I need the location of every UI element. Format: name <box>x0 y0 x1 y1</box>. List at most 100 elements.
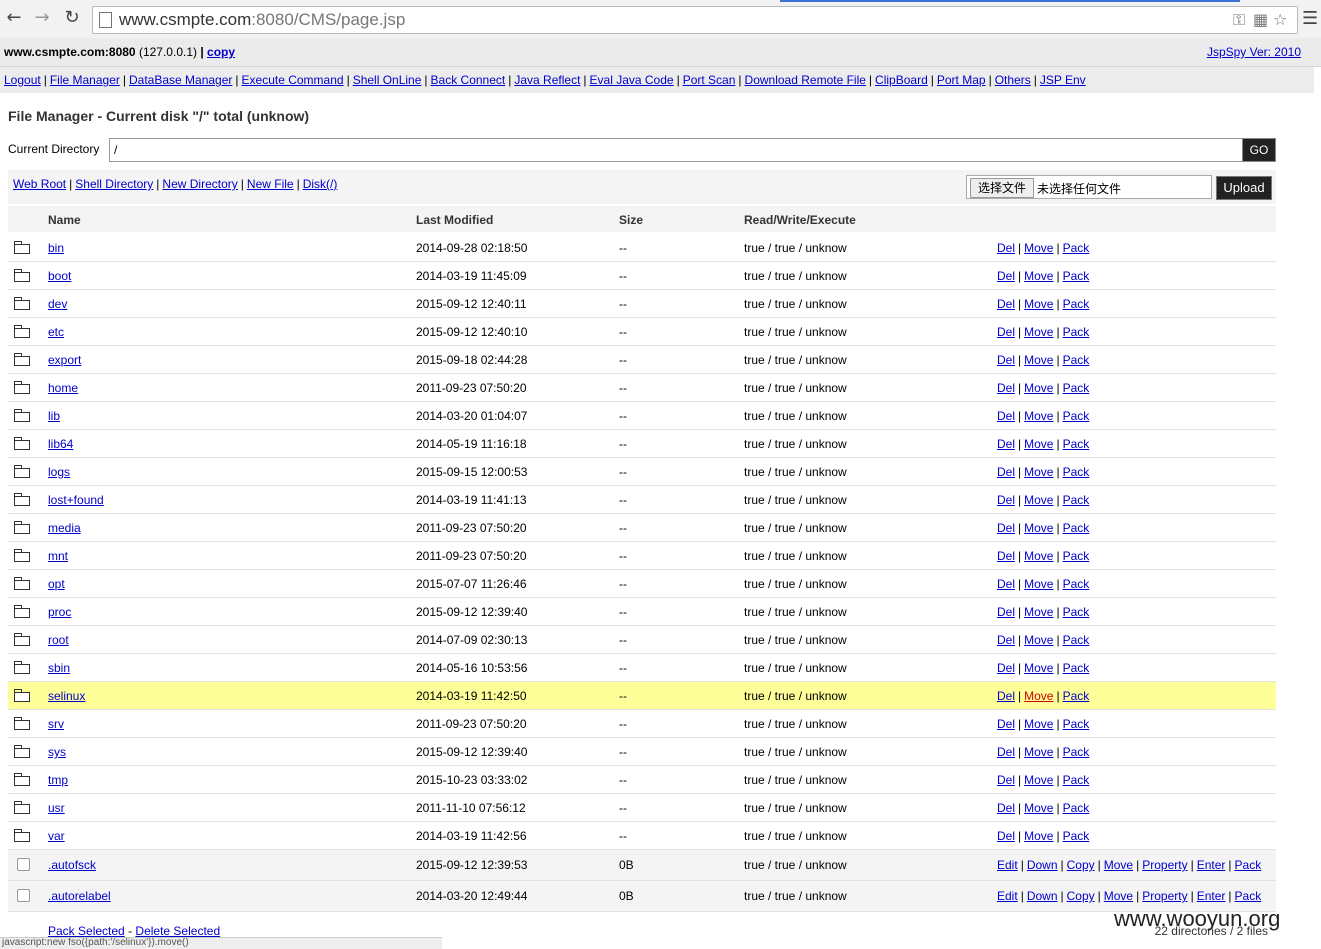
pack-link[interactable]: Pack <box>1063 269 1090 283</box>
menu-link-file-manager[interactable]: File Manager <box>50 73 120 87</box>
pack-link[interactable]: Pack <box>1063 521 1090 535</box>
move-link[interactable]: Move <box>1024 465 1053 479</box>
file-name-link[interactable]: selinux <box>48 689 85 703</box>
del-link[interactable]: Del <box>997 437 1015 451</box>
move-link[interactable]: Move <box>1024 689 1053 703</box>
file-name-link[interactable]: lib64 <box>48 437 73 451</box>
pack-link[interactable]: Pack <box>1063 437 1090 451</box>
move-link[interactable]: Move <box>1104 858 1133 872</box>
file-name-link[interactable]: boot <box>48 269 71 283</box>
move-link[interactable]: Move <box>1024 801 1053 815</box>
pack-link[interactable]: Pack <box>1063 745 1090 759</box>
address-bar[interactable]: www.csmpte.com:8080/CMS/page.jsp ⚿ ▦ ☆ <box>92 6 1298 34</box>
move-link[interactable]: Move <box>1024 605 1053 619</box>
file-name-link[interactable]: media <box>48 521 81 535</box>
file-name-link[interactable]: srv <box>48 717 64 731</box>
version-link[interactable]: JspSpy Ver: 2010 <box>1207 45 1301 59</box>
translate-icon[interactable]: ▦ <box>1253 10 1268 29</box>
move-link[interactable]: Move <box>1024 493 1053 507</box>
del-link[interactable]: Del <box>997 773 1015 787</box>
file-name-link[interactable]: tmp <box>48 773 68 787</box>
key-icon[interactable]: ⚿ <box>1233 10 1245 30</box>
pack-link[interactable]: Pack <box>1063 297 1090 311</box>
pack-link[interactable]: Pack <box>1063 773 1090 787</box>
del-link[interactable]: Del <box>997 521 1015 535</box>
del-link[interactable]: Del <box>997 549 1015 563</box>
menu-link-shell-online[interactable]: Shell OnLine <box>353 73 422 87</box>
move-link[interactable]: Move <box>1024 661 1053 675</box>
move-link[interactable]: Move <box>1024 549 1053 563</box>
pack-link[interactable]: Pack <box>1063 633 1090 647</box>
menu-link-database-manager[interactable]: DataBase Manager <box>129 73 232 87</box>
file-name-link[interactable]: etc <box>48 325 64 339</box>
move-link[interactable]: Move <box>1024 381 1053 395</box>
pack-link[interactable]: Pack <box>1063 801 1090 815</box>
move-link[interactable]: Move <box>1024 745 1053 759</box>
pack-link[interactable]: Pack <box>1235 889 1262 903</box>
property-link[interactable]: Property <box>1142 858 1187 872</box>
pack-link[interactable]: Pack <box>1063 689 1090 703</box>
del-link[interactable]: Del <box>997 745 1015 759</box>
tool-link-new-directory[interactable]: New Directory <box>162 177 237 191</box>
down-link[interactable]: Down <box>1027 858 1058 872</box>
del-link[interactable]: Del <box>997 577 1015 591</box>
del-link[interactable]: Del <box>997 297 1015 311</box>
tool-link-web-root[interactable]: Web Root <box>13 177 66 191</box>
menu-link-execute-command[interactable]: Execute Command <box>242 73 344 87</box>
move-link[interactable]: Move <box>1024 269 1053 283</box>
pack-link[interactable]: Pack <box>1063 241 1090 255</box>
reload-icon[interactable]: ↻ <box>62 8 82 28</box>
choose-file-button[interactable]: 选择文件 <box>970 178 1034 198</box>
file-name-link[interactable]: var <box>48 829 65 843</box>
file-name-link[interactable]: home <box>48 381 78 395</box>
menu-link-port-map[interactable]: Port Map <box>937 73 986 87</box>
menu-link-logout[interactable]: Logout <box>4 73 41 87</box>
menu-link-java-reflect[interactable]: Java Reflect <box>514 73 580 87</box>
file-name-link[interactable]: lib <box>48 409 60 423</box>
address-url[interactable]: www.csmpte.com:8080/CMS/page.jsp <box>119 10 405 30</box>
move-link[interactable]: Move <box>1104 889 1133 903</box>
pack-link[interactable]: Pack <box>1063 493 1090 507</box>
pack-link[interactable]: Pack <box>1063 577 1090 591</box>
menu-link-others[interactable]: Others <box>995 73 1031 87</box>
copy-link[interactable]: Copy <box>1067 889 1095 903</box>
file-name-link[interactable]: export <box>48 353 81 367</box>
del-link[interactable]: Del <box>997 605 1015 619</box>
del-link[interactable]: Del <box>997 465 1015 479</box>
del-link[interactable]: Del <box>997 633 1015 647</box>
tool-link-disk-[interactable]: Disk(/) <box>303 177 338 191</box>
go-button[interactable]: GO <box>1242 138 1276 162</box>
property-link[interactable]: Property <box>1142 889 1187 903</box>
current-directory-input[interactable] <box>109 138 1247 162</box>
del-link[interactable]: Del <box>997 269 1015 283</box>
move-link[interactable]: Move <box>1024 829 1053 843</box>
pack-link[interactable]: Pack <box>1063 465 1090 479</box>
move-link[interactable]: Move <box>1024 773 1053 787</box>
del-link[interactable]: Del <box>997 717 1015 731</box>
file-chooser[interactable]: 选择文件 未选择任何文件 <box>966 175 1212 199</box>
pack-link[interactable]: Pack <box>1063 717 1090 731</box>
pack-link[interactable]: Pack <box>1063 661 1090 675</box>
file-name-link[interactable]: .autofsck <box>48 858 96 872</box>
file-name-link[interactable]: logs <box>48 465 70 479</box>
file-name-link[interactable]: .autorelabel <box>48 889 111 903</box>
del-link[interactable]: Del <box>997 353 1015 367</box>
move-link[interactable]: Move <box>1024 437 1053 451</box>
back-arrow-icon[interactable]: ← <box>4 8 24 28</box>
move-link[interactable]: Move <box>1024 633 1053 647</box>
copy-link[interactable]: Copy <box>1067 858 1095 872</box>
del-link[interactable]: Del <box>997 493 1015 507</box>
del-link[interactable]: Del <box>997 409 1015 423</box>
menu-link-back-connect[interactable]: Back Connect <box>431 73 506 87</box>
forward-arrow-icon[interactable]: → <box>32 8 52 28</box>
enter-link[interactable]: Enter <box>1197 858 1226 872</box>
move-link[interactable]: Move <box>1024 325 1053 339</box>
del-link[interactable]: Del <box>997 661 1015 675</box>
menu-link-download-remote-file[interactable]: Download Remote File <box>745 73 866 87</box>
pack-selected-link[interactable]: Pack Selected <box>48 924 125 938</box>
file-name-link[interactable]: dev <box>48 297 67 311</box>
tool-link-shell-directory[interactable]: Shell Directory <box>75 177 153 191</box>
pack-link[interactable]: Pack <box>1063 381 1090 395</box>
row-checkbox[interactable] <box>17 858 30 871</box>
edit-link[interactable]: Edit <box>997 858 1018 872</box>
